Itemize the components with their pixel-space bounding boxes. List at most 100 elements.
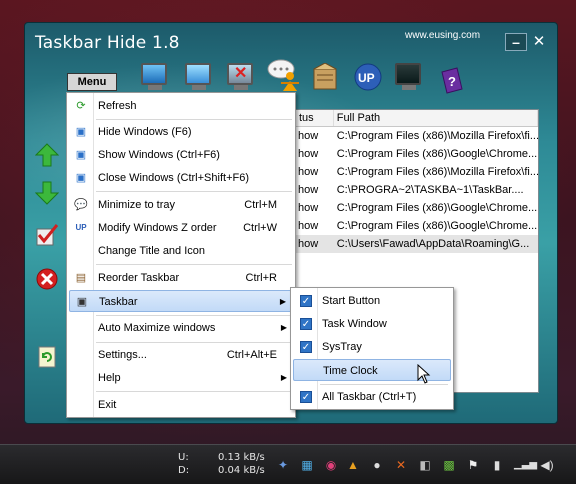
menu-item-auto-maximize[interactable]: Auto Maximize windows ▶ [69, 317, 293, 339]
row-path: C:\Program Files (x86)\Mozilla Firefox\f… [336, 130, 538, 142]
row-path: C:\Program Files (x86)\Google\Chrome... [336, 148, 538, 160]
box-icon[interactable] [311, 62, 339, 93]
submenu-item-task-window[interactable]: ✓ Task Window [293, 313, 451, 335]
menu-item-reorder-taskbar[interactable]: ▤ Reorder Taskbar Ctrl+R [69, 267, 293, 289]
menu-item-label: Show Windows (Ctrl+F6) [98, 149, 220, 161]
checkbox-checked-icon: ✓ [300, 341, 312, 353]
submenu-item-label: Task Window [322, 318, 387, 330]
checkbox-checked-icon: ✓ [300, 318, 312, 330]
submenu-item-label: SysTray [322, 341, 362, 353]
menu-item-label: Taskbar [99, 296, 138, 308]
box-icon: ▤ [75, 272, 87, 284]
signal-icon[interactable]: ▁▃▅ [514, 458, 537, 472]
menu-item-label: Exit [98, 399, 117, 411]
chat-icon: 💬 [74, 199, 88, 211]
menu-button[interactable]: Menu [67, 73, 117, 91]
menu-item-modify-z-order[interactable]: UP Modify Windows Z order Ctrl+W [69, 217, 293, 239]
menu-item-change-title[interactable]: Change Title and Icon [69, 240, 293, 262]
list-row[interactable]: how C:\PROGRA~2\TASKBA~1\TaskBar.... [296, 181, 538, 199]
flag-icon[interactable]: ⚑ [466, 458, 480, 472]
close-button[interactable]: ✕ [528, 33, 550, 51]
minimize-button[interactable]: – [505, 33, 527, 51]
arrow-down-icon[interactable] [34, 181, 60, 205]
submenu-item-label: Time Clock [323, 365, 378, 377]
arrow-up-icon[interactable] [34, 143, 60, 167]
column-header-status[interactable]: tus [296, 110, 334, 126]
menu-item-label: Help [98, 372, 121, 384]
check-icon[interactable] [35, 223, 59, 247]
monitor-close-icon[interactable]: ✕ [227, 63, 255, 93]
download-speed: 0.04 kB/s [218, 465, 265, 476]
delete-icon[interactable] [35, 267, 59, 291]
menu-item-settings[interactable]: Settings... Ctrl+Alt+E [69, 344, 293, 366]
tray-app-icon[interactable]: ▲ [346, 458, 360, 472]
menu-item-label: Change Title and Icon [98, 245, 206, 257]
website-link[interactable]: www.eusing.com [405, 30, 480, 41]
list-row[interactable]: how C:\Program Files (x86)\Google\Chrome.… [296, 217, 538, 235]
menu-item-label: Settings... [98, 349, 147, 361]
menu-item-label: Close Windows (Ctrl+Shift+F6) [98, 172, 249, 184]
list-row-selected[interactable]: how C:\Users\Fawad\AppData\Roaming\G... [296, 235, 538, 253]
upload-label: U: [178, 452, 189, 463]
volume-icon[interactable]: ◀) [540, 458, 554, 472]
menu-item-help[interactable]: Help ▶ [69, 367, 293, 389]
menu-separator [96, 119, 292, 120]
row-status: how [298, 184, 319, 196]
list-header: tus Full Path [296, 110, 538, 127]
menu-item-label: Auto Maximize windows [98, 322, 216, 334]
row-status: how [298, 220, 319, 232]
monitor-icon[interactable] [141, 63, 169, 93]
window-title: Taskbar Hide 1.8 [35, 33, 180, 53]
column-header-path[interactable]: Full Path [334, 110, 538, 126]
menu-item-taskbar[interactable]: ▣ Taskbar ▶ [69, 290, 293, 312]
row-status: how [298, 202, 319, 214]
upload-speed: 0.13 kB/s [218, 452, 265, 463]
download-label: D: [178, 465, 190, 476]
submenu-item-all-taskbar[interactable]: ✓ All Taskbar (Ctrl+T) [293, 386, 451, 408]
menu-item-shortcut: Ctrl+R [245, 272, 277, 284]
list-row[interactable]: how C:\Program Files (x86)\Google\Chrome.… [296, 199, 538, 217]
chat-icon[interactable]: ● [370, 458, 384, 472]
tray-app-icon[interactable]: ◧ [418, 458, 432, 472]
menu-item-shortcut: Ctrl+W [243, 222, 277, 234]
submenu-item-label: Start Button [322, 295, 381, 307]
menu-item-show-windows[interactable]: ▣ Show Windows (Ctrl+F6) [69, 144, 293, 166]
menu-item-label: Reorder Taskbar [98, 272, 180, 284]
menu-separator [96, 391, 292, 392]
screen-icon[interactable] [395, 63, 423, 93]
context-menu: ⟳ Refresh ▣ Hide Windows (F6) ▣ Show Win… [66, 92, 296, 418]
tray-app-icon[interactable]: ✦ [276, 458, 290, 472]
svg-text:?: ? [448, 74, 456, 89]
submenu-item-label: All Taskbar (Ctrl+T) [322, 391, 417, 403]
submenu-arrow-icon: ▶ [279, 297, 286, 306]
monitor-icon: ▣ [75, 126, 87, 138]
menu-item-exit[interactable]: Exit [69, 394, 293, 416]
taskbar-submenu: ✓ Start Button ✓ Task Window ✓ SysTray T… [290, 287, 454, 410]
menu-item-hide-windows[interactable]: ▣ Hide Windows (F6) [69, 121, 293, 143]
menu-item-refresh[interactable]: ⟳ Refresh [69, 95, 293, 117]
monitor-show-icon[interactable] [185, 63, 213, 93]
menu-item-label: Modify Windows Z order [98, 222, 217, 234]
list-row[interactable]: how C:\Program Files (x86)\Google\Chrome.… [296, 145, 538, 163]
system-taskbar: U: 0.13 kB/s D: 0.04 kB/s ✦ ▦ ◉ ▲ ● ✕ ◧ … [0, 444, 576, 484]
tray-network-icon[interactable]: ▦ [300, 458, 314, 472]
row-path: C:\Users\Fawad\AppData\Roaming\G... [336, 238, 530, 250]
list-row[interactable]: how C:\Program Files (x86)\Mozilla Firefo… [296, 163, 538, 181]
submenu-item-systray[interactable]: ✓ SysTray [293, 336, 451, 358]
row-path: C:\Program Files (x86)\Google\Chrome... [336, 202, 538, 214]
menu-separator [96, 191, 292, 192]
menu-separator [96, 264, 292, 265]
list-row[interactable]: how C:\Program Files (x86)\Mozilla Firefo… [296, 127, 538, 145]
help-icon[interactable]: ? [439, 67, 467, 97]
tray-app-icon[interactable]: ▩ [442, 458, 456, 472]
tray-app-icon[interactable]: ✕ [394, 458, 408, 472]
menu-item-close-windows[interactable]: ▣ Close Windows (Ctrl+Shift+F6) [69, 167, 293, 189]
tray-app-icon[interactable]: ◉ [324, 458, 338, 472]
refresh-icon[interactable] [35, 345, 59, 369]
submenu-item-start-button[interactable]: ✓ Start Button [293, 290, 451, 312]
menu-item-minimize-to-tray[interactable]: 💬 Minimize to tray Ctrl+M [69, 194, 293, 216]
row-status: how [298, 148, 319, 160]
update-icon[interactable]: UP [353, 63, 382, 93]
menu-separator [96, 315, 292, 316]
tray-app-icon[interactable]: ▮ [490, 458, 504, 472]
